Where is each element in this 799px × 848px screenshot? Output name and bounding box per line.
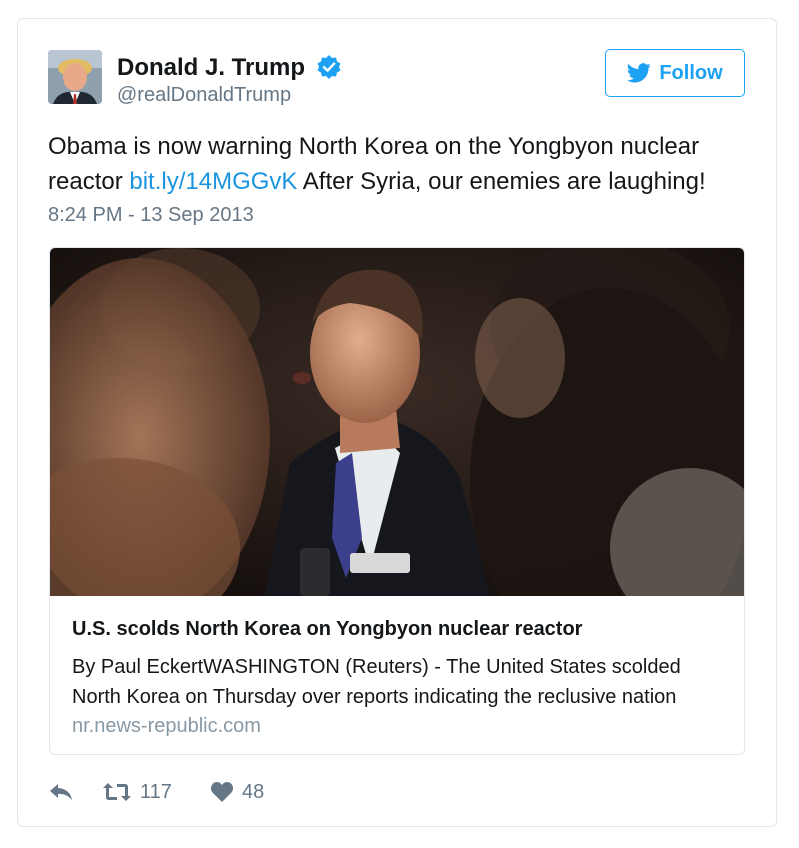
reply-button[interactable]	[48, 782, 102, 802]
card-photo	[50, 248, 744, 596]
card-title[interactable]: U.S. scolds North Korea on Yongbyon nucl…	[72, 618, 582, 641]
heart-icon	[210, 782, 234, 802]
display-name[interactable]: Donald J. Trump	[117, 54, 305, 82]
reply-icon	[50, 784, 72, 800]
twitter-bird-icon	[627, 63, 651, 83]
tweet-text-after: After Syria, our enemies are laughing!	[302, 168, 706, 195]
tweet-link[interactable]: bit.ly/14MGGvK	[129, 168, 297, 195]
retweet-button[interactable]: 117	[102, 781, 210, 804]
verified-badge-icon	[316, 54, 342, 80]
follow-label: Follow	[659, 61, 723, 84]
user-handle[interactable]: @realDonaldTrump	[117, 84, 291, 107]
link-card[interactable]: U.S. scolds North Korea on Yongbyon nucl…	[49, 247, 745, 755]
avatar-photo	[48, 50, 102, 104]
card-description: By Paul EckertWASHINGTON (Reuters) - The…	[72, 656, 681, 708]
tweet-text: Obama is now warning North Korea on the …	[48, 129, 748, 199]
tweet-actions: 117 48	[48, 777, 264, 807]
card-domain: nr.news-republic.com	[72, 715, 261, 737]
avatar[interactable]	[48, 50, 102, 104]
like-count: 48	[242, 780, 265, 803]
retweet-icon	[103, 783, 131, 801]
follow-button[interactable]: Follow	[605, 49, 745, 97]
like-button[interactable]: 48	[210, 781, 264, 804]
retweet-count: 117	[140, 780, 172, 803]
tweet-card: Donald J. Trump @realDonaldTrump Follow …	[17, 18, 777, 827]
tweet-timestamp[interactable]: 8:24 PM - 13 Sep 2013	[48, 204, 254, 227]
